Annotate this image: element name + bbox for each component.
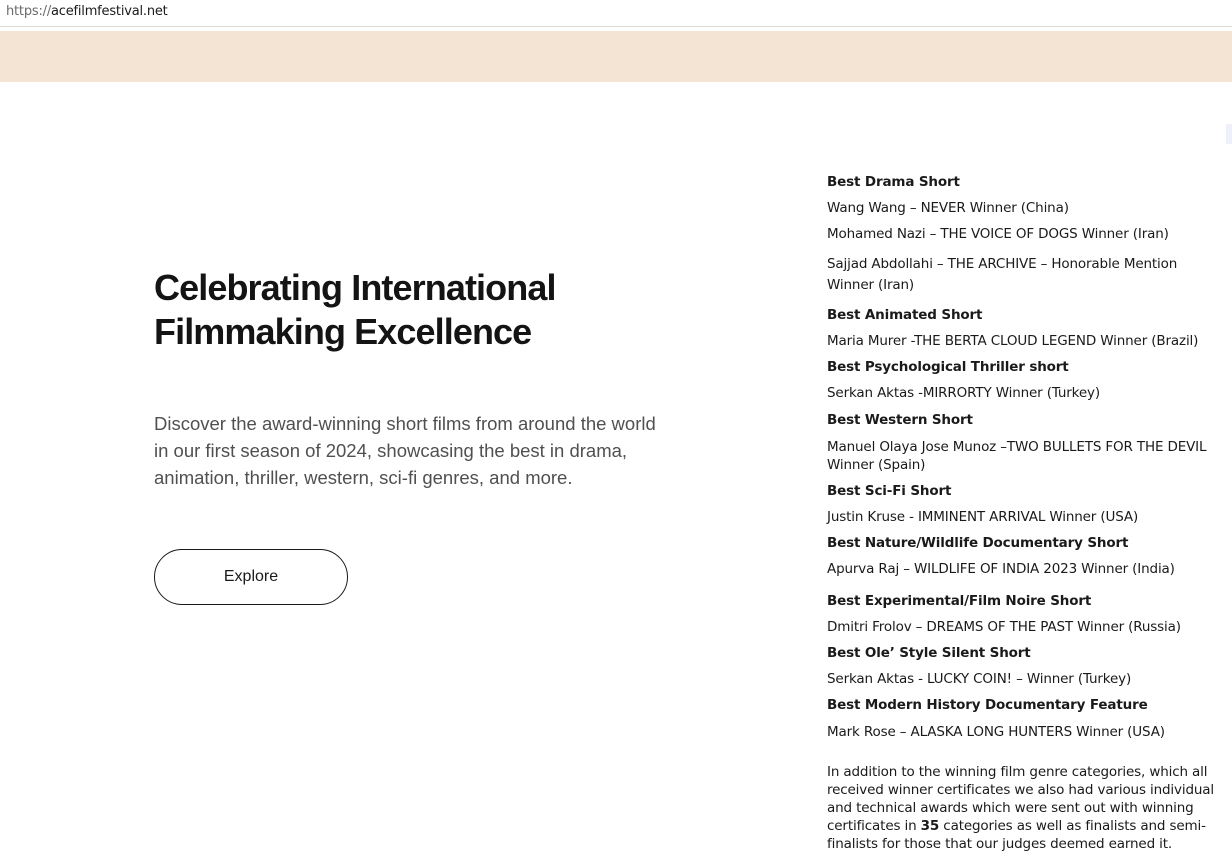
award-winner: Dmitri Frolov – DREAMS OF THE PAST Winne…	[827, 619, 1181, 635]
scroll-indicator	[1226, 124, 1232, 144]
hero-description: Discover the award-winning short films f…	[154, 413, 656, 488]
url-scheme: https://	[6, 4, 51, 19]
header-band	[0, 31, 1232, 82]
award-winner: Apurva Raj – WILDLIFE OF INDIA 2023 Winn…	[827, 561, 1175, 577]
award-winner: Manuel Olaya Jose Munoz –TWO BULLETS FOR…	[827, 439, 1207, 473]
award-category: Best Nature/Wildlife Documentary Short	[827, 535, 1129, 551]
award-winner: Sajjad Abdollahi – THE ARCHIVE – Honorab…	[827, 256, 1178, 293]
award-winner: Serkan Aktas - LUCKY COIN! – Winner (Tur…	[827, 671, 1132, 687]
award-winner: Serkan Aktas -MIRRORTY Winner (Turkey)	[827, 385, 1100, 401]
url-host: acefilmfestival.net	[51, 4, 168, 19]
award-category: Best Modern History Documentary Feature	[827, 697, 1148, 713]
award-winner: Mark Rose – ALASKA LONG HUNTERS Winner (…	[827, 724, 1165, 740]
award-category: Best Ole’ Style Silent Short	[827, 645, 1031, 661]
category-count: 35	[920, 818, 940, 835]
award-category: Best Psychological Thriller short	[827, 359, 1069, 375]
awards-summary: In addition to the winning film genre ca…	[827, 763, 1222, 854]
award-winner: Mohamed Nazi – THE VOICE OF DOGS Winner …	[827, 226, 1169, 242]
award-category: Best Animated Short	[827, 307, 983, 323]
hero-title: Celebrating International Filmmaking Exc…	[154, 267, 556, 352]
award-category: Best Experimental/Film Noire Short	[827, 593, 1092, 609]
award-winner: Maria Murer -THE BERTA CLOUD LEGEND Winn…	[827, 333, 1199, 349]
url-text[interactable]: https://acefilmfestival.net	[6, 4, 168, 20]
award-category: Best Drama Short	[827, 174, 960, 190]
explore-button[interactable]: Explore	[154, 549, 348, 605]
award-winner: Justin Kruse - IMMINENT ARRIVAL Winner (…	[827, 509, 1139, 525]
award-winner: Wang Wang – NEVER Winner (China)	[827, 200, 1069, 216]
address-bar[interactable]: https://acefilmfestival.net	[0, 0, 1232, 27]
award-category: Best Western Short	[827, 412, 973, 428]
award-category: Best Sci-Fi Short	[827, 483, 952, 499]
